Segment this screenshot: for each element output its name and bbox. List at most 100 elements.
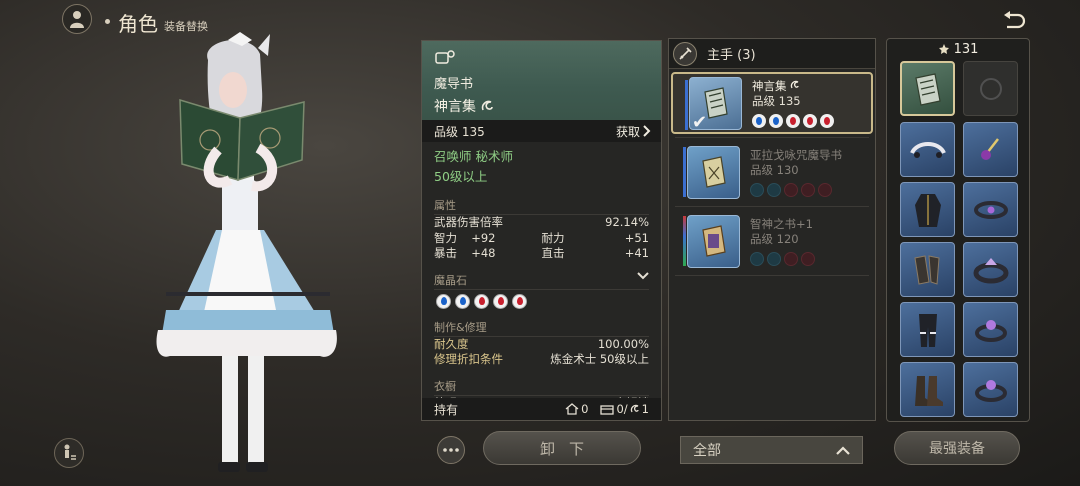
average-item-level: 131: [887, 39, 1029, 59]
trousers-icon: [918, 313, 937, 347]
materia-red-icon: [474, 293, 489, 309]
return-arrow-icon: [1004, 11, 1026, 29]
earring-slot[interactable]: [963, 122, 1018, 177]
earring-icon: [980, 137, 999, 160]
weapon-damage-label: 武器伤害倍率: [434, 215, 503, 229]
figure-swap-icon: [64, 444, 76, 460]
crit-label: 暴击: [434, 246, 457, 260]
materia-red-icon: [803, 113, 817, 128]
filter-value: 全部: [693, 443, 721, 459]
house-icon: [565, 403, 579, 415]
durability-row: 耐久度 100.00%: [422, 337, 661, 353]
house-count-value: 0: [581, 402, 589, 416]
feet-slot[interactable]: [900, 362, 955, 417]
necklace-slot[interactable]: [963, 182, 1018, 237]
materia-empty-red-icon: [818, 182, 832, 197]
mainhand-list: 主手 (3) ✔ 神言集 品级 135 亚拉戈咏咒魔导书 品级 130 智神之书…: [668, 38, 876, 421]
offhand-slot[interactable]: [963, 61, 1018, 116]
head-slot[interactable]: [900, 122, 955, 177]
wardrobe-section-title: 衣橱: [434, 378, 649, 396]
item-level: 品级 135: [434, 124, 485, 139]
materia-empty-red-icon: [784, 251, 798, 266]
headband-icon: [909, 141, 946, 158]
item-name: 神言集: [434, 96, 649, 116]
weapon-damage-row: 武器伤害倍率 92.14%: [422, 215, 661, 231]
stat-row-2: 暴击 +48 直击 +41: [422, 246, 661, 262]
acquire-label: 获取: [615, 124, 640, 139]
item-name: 亚拉戈咏咒魔导书: [750, 147, 842, 162]
chevron-down-icon[interactable]: [637, 271, 649, 280]
body-slot[interactable]: [900, 182, 955, 237]
character-icon: [62, 4, 92, 34]
boots-icon: [914, 375, 943, 406]
durability-value: 100.00%: [597, 336, 649, 351]
hands-slot[interactable]: [900, 242, 955, 297]
item-name-text: 神言集: [434, 99, 476, 115]
list-item[interactable]: 智神之书+1 品级 120: [671, 210, 873, 272]
item-name: 神言集: [752, 79, 834, 94]
offhand-placeholder-icon: [979, 77, 1002, 100]
wardrobe-label: 衣橱: [434, 379, 456, 393]
filter-dropdown[interactable]: 全部: [680, 436, 863, 464]
sword-icon: [673, 41, 697, 66]
dh-label: 直击: [541, 246, 565, 260]
mainhand-slot[interactable]: [900, 61, 955, 116]
glamour-swirl-icon: [791, 80, 799, 88]
durability-label: 耐久度: [434, 336, 469, 351]
more-options-button[interactable]: [437, 436, 465, 464]
list-item[interactable]: 亚拉戈咏咒魔导书 品级 130: [671, 141, 873, 203]
glamour-swirl-icon: [630, 404, 639, 413]
best-equipment-button[interactable]: 最强装备: [894, 431, 1020, 465]
glam-count-value: 1: [641, 402, 649, 416]
item-level: 品级 135: [752, 93, 801, 108]
int-label: 智力: [434, 230, 457, 245]
item-type: 魔导书: [434, 77, 474, 92]
materia-blue-icon: [769, 113, 783, 128]
unequip-button[interactable]: 卸下: [483, 431, 641, 465]
pose-toggle-button[interactable]: [54, 438, 84, 468]
item-color-bar: [683, 216, 686, 266]
glamour-swirl-icon: [481, 100, 493, 111]
stat-row-1: 智力 +92 耐力 +51: [422, 231, 661, 247]
materia-red-icon: [493, 293, 508, 309]
owned-label: 持有: [434, 402, 459, 417]
crafting-label: 制作&修理: [434, 320, 487, 334]
header-dot: [105, 19, 110, 24]
mainhand-list-header: 主手 (3): [669, 39, 875, 69]
int-value: +92: [471, 230, 496, 245]
materia-slots: [750, 182, 842, 197]
weapon-damage-value: 92.14%: [605, 215, 649, 229]
grimoire-icon: [914, 72, 941, 106]
dh-value: +41: [624, 246, 649, 260]
chest-count-value: 0/: [616, 402, 628, 416]
ring-slot-2[interactable]: [963, 362, 1018, 417]
repair-label: 修理折扣条件: [434, 352, 503, 366]
chevron-up-icon: [836, 445, 850, 455]
chest-count: 0/ 1: [600, 402, 649, 416]
acquire-button[interactable]: 获取: [616, 123, 651, 140]
materia-red-icon: [512, 293, 527, 309]
job-list: 召唤师 秘术师: [434, 149, 513, 164]
character-model[interactable]: [130, 30, 370, 486]
legs-slot[interactable]: [900, 302, 955, 357]
bracelet-slot[interactable]: [963, 242, 1018, 297]
grimoire-type-icon: [435, 50, 455, 64]
materia-empty-blue-icon: [767, 251, 781, 266]
back-button[interactable]: [1000, 8, 1028, 34]
chest-icon: [600, 405, 615, 415]
crafting-section-title: 制作&修理: [434, 319, 649, 337]
list-item[interactable]: ✔ 神言集 品级 135: [671, 72, 873, 134]
necklace-icon: [973, 200, 1008, 219]
materia-blue-icon: [436, 293, 451, 309]
item-level-icon: [938, 44, 949, 54]
materia-section-title[interactable]: 魔晶石: [434, 271, 649, 290]
item-detail-panel: 魔导书 神言集 品级 135 获取 召唤师 秘术师 50级以上 属性 武器伤害倍…: [421, 40, 662, 421]
grimoire-icon: ✔: [689, 76, 742, 133]
item-level: 品级 120: [750, 231, 799, 246]
crit-value: +48: [471, 246, 496, 260]
ring-icon: [974, 319, 1007, 342]
ring-icon: [974, 379, 1007, 402]
repair-value: 炼金术士 50级以上: [550, 352, 649, 366]
ring-slot-1[interactable]: [963, 302, 1018, 357]
owned-bar: 持有 0 0/ 1: [422, 398, 661, 420]
